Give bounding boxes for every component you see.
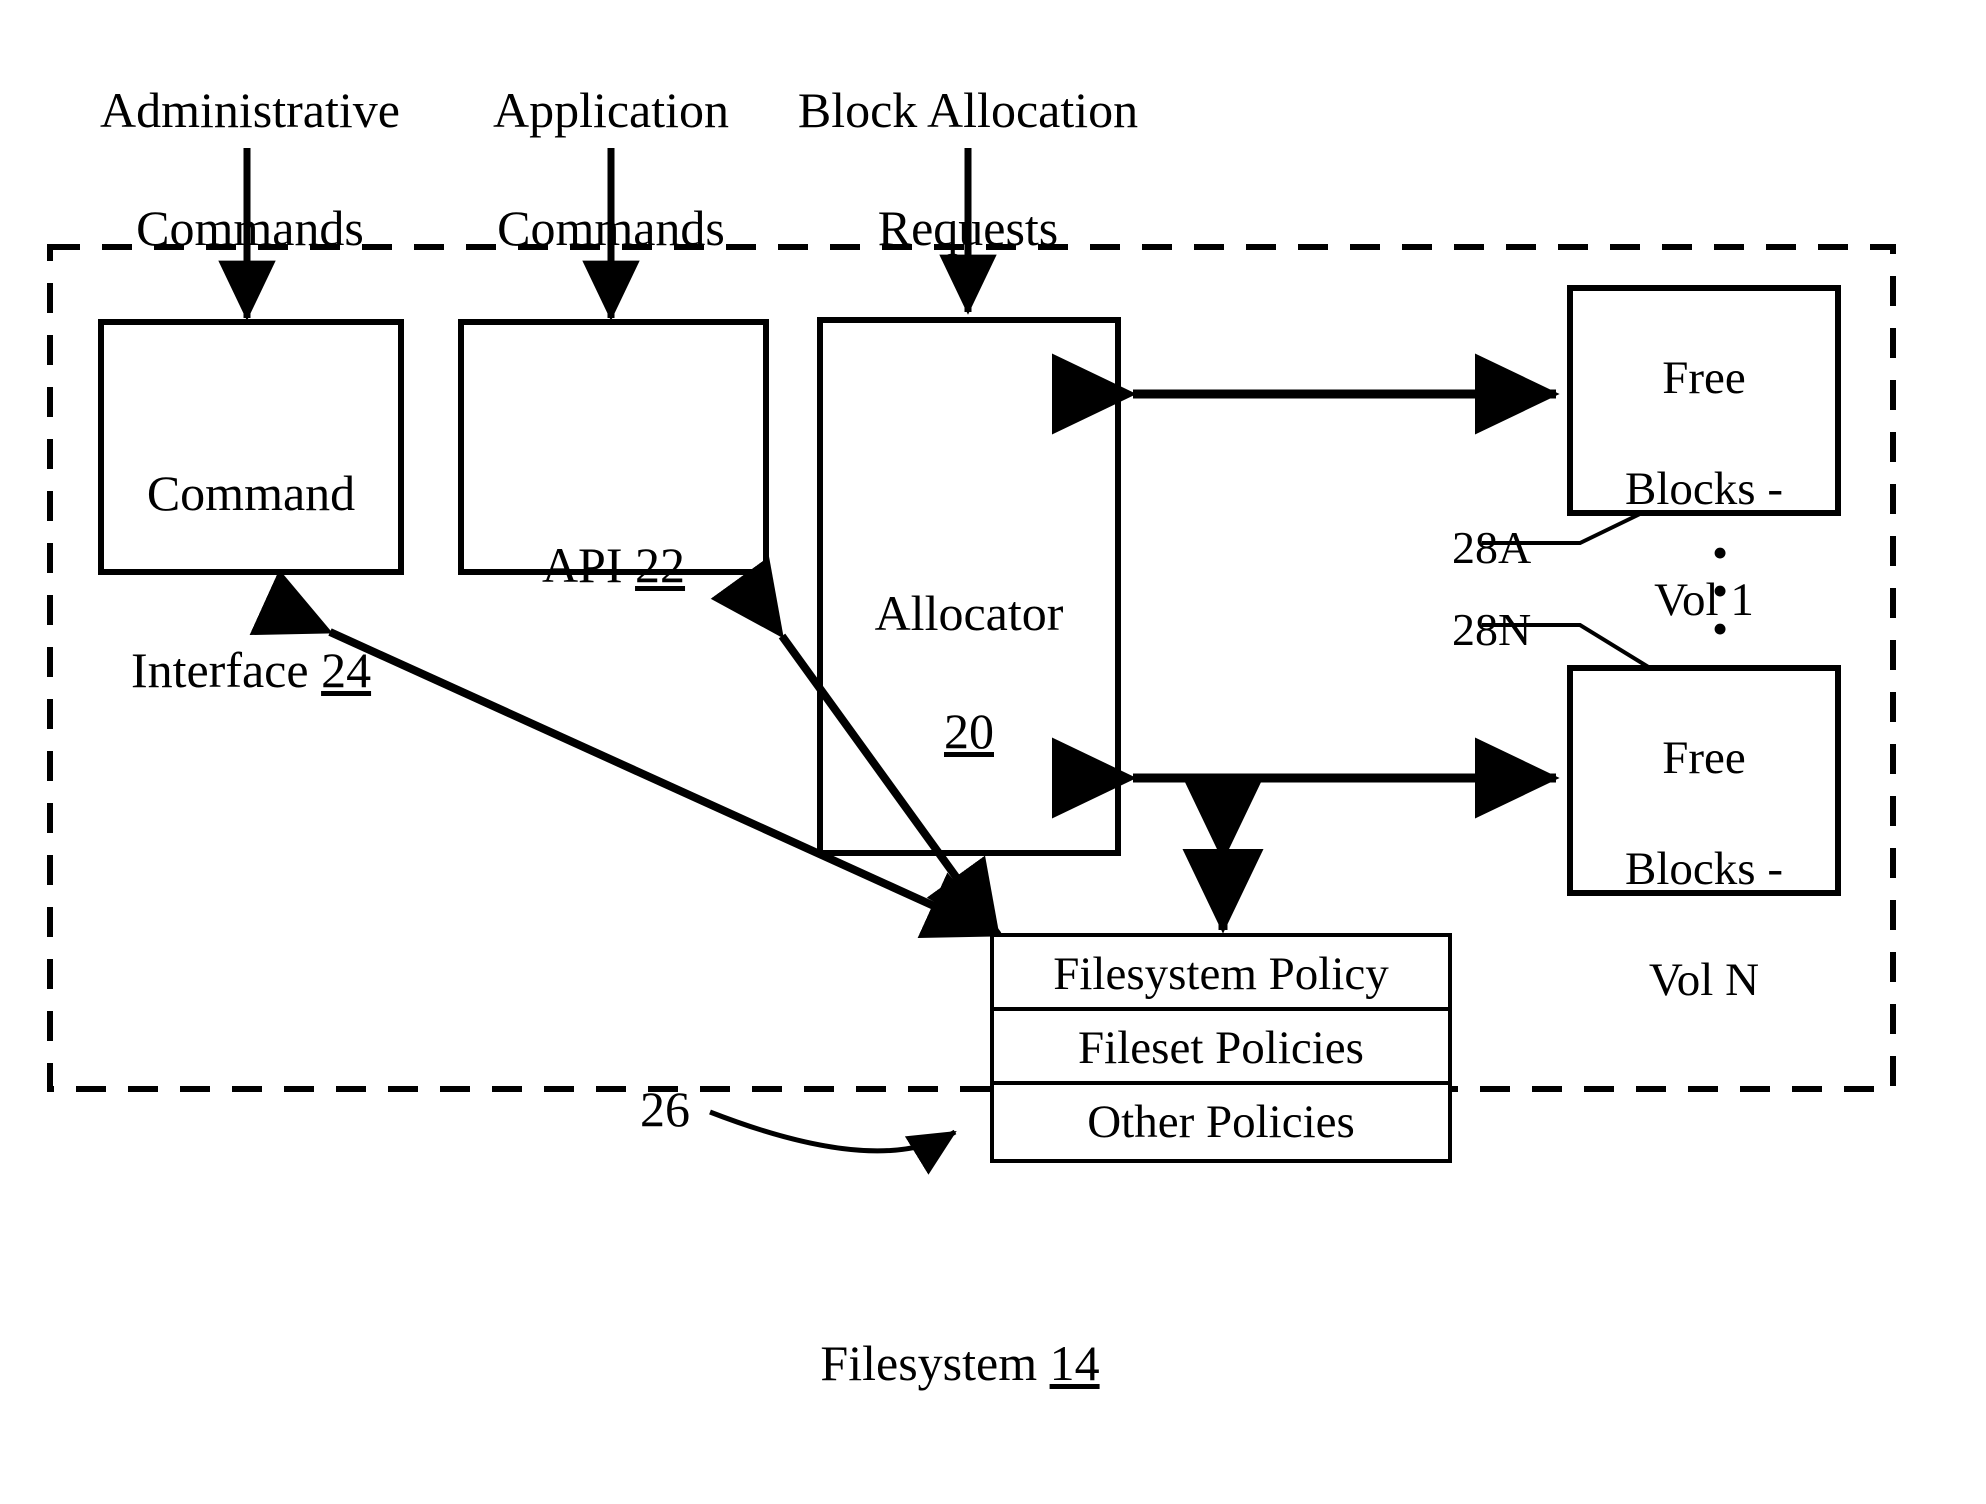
command-interface-ref: 24: [321, 642, 372, 698]
api-ref: 22: [635, 537, 686, 593]
command-interface-line2-wrap: Interface 24: [101, 582, 401, 700]
free-blocks-voln-line3: Vol N: [1648, 954, 1760, 1007]
api-label: API 22: [461, 418, 766, 654]
input-label-line2: Commands: [136, 200, 364, 256]
callout-26: 26: [640, 1081, 690, 1137]
filesystem-caption-ref: 14: [1049, 1335, 1100, 1391]
policy-row-other: Other Policies: [1087, 1096, 1355, 1148]
policy-stack: Filesystem Policy Fileset Policies Other…: [990, 933, 1452, 1163]
input-label-line2: Requests: [877, 200, 1059, 256]
allocator-line1: Allocator: [874, 585, 1064, 641]
free-blocks-voln-label: Free Blocks - Vol N: [1570, 676, 1838, 1064]
callout-28a: 28A: [1452, 522, 1532, 573]
command-interface-line1: Command: [146, 465, 356, 521]
callout-28n: 28N: [1452, 604, 1532, 655]
free-blocks-voln-line2: Blocks -: [1625, 843, 1783, 896]
input-label-line1: Block Allocation: [797, 82, 1139, 138]
command-interface-line2: Interface: [130, 642, 309, 698]
free-blocks-vol1-line1: Free: [1662, 352, 1746, 405]
ellipsis-dot-3: •: [1711, 603, 1729, 654]
input-label-line1: Administrative: [100, 82, 400, 138]
free-blocks-voln-line1: Free: [1662, 732, 1746, 785]
input-label-line2: Commands: [497, 200, 725, 256]
free-blocks-vol1-line2: Blocks -: [1625, 463, 1783, 516]
figure-canvas: Administrative Commands Application Comm…: [0, 0, 1986, 1504]
allocator-ref: 20: [944, 703, 994, 759]
policy-row-fileset: Fileset Policies: [994, 1011, 1448, 1085]
input-label-application-commands: Application Commands: [441, 22, 781, 317]
filesystem-caption: Filesystem 14: [700, 1275, 1220, 1393]
filesystem-caption-text: Filesystem: [820, 1335, 1038, 1391]
input-label-line1: Application: [492, 82, 730, 138]
input-label-block-allocation-requests: Block Allocation Requests: [768, 22, 1168, 317]
command-interface-label: Command Interface 24: [101, 405, 401, 759]
policy-row-filesystem: Filesystem Policy: [994, 937, 1448, 1011]
input-label-administrative-commands: Administrative Commands: [60, 22, 440, 317]
api-line1: API: [541, 537, 623, 593]
vertical-ellipsis: • • •: [1700, 530, 1740, 654]
allocator-label: Allocator 20: [820, 525, 1118, 820]
api-line1-wrap: API 22: [461, 477, 766, 595]
